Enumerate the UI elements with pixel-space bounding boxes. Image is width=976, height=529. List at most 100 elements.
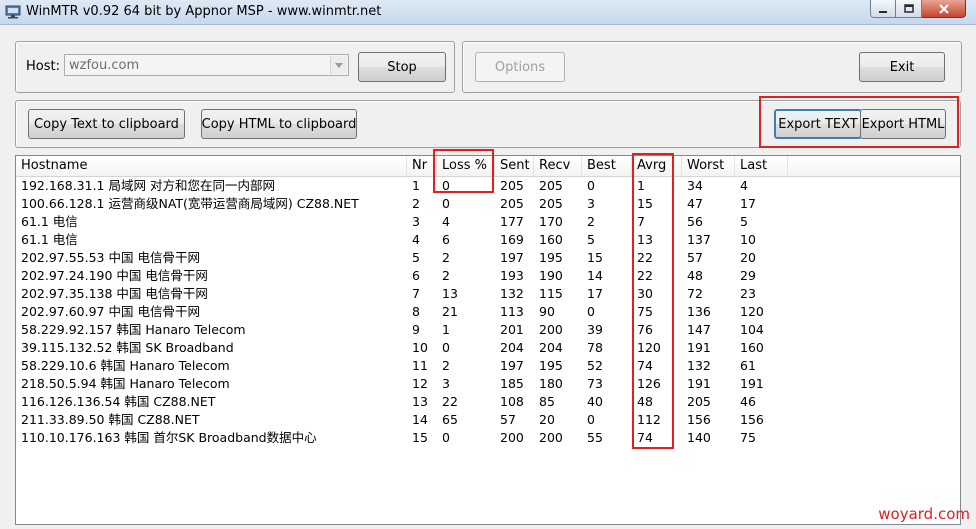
cell-recv: 85 [539, 394, 555, 409]
cell-hostname: 218.50.5.94 韩国 Hanaro Telecom [21, 376, 230, 391]
table-row[interactable]: 202.97.35.138 中国 电信骨干网 7 13 132 115 17 30 72 23 [16, 285, 960, 303]
cell-last: 120 [740, 304, 764, 319]
cell-sent: 113 [500, 304, 524, 319]
cell-last: 20 [740, 250, 756, 265]
table-row[interactable]: 202.97.24.190 中国 电信骨干网 6 2 193 190 14 22 48 29 [16, 267, 960, 285]
table-row[interactable]: 100.66.128.1 运营商级NAT(宽带运营商局域网) CZ88.NET 2… [16, 195, 960, 213]
cell-worst: 57 [687, 250, 703, 265]
cell-worst: 137 [687, 232, 711, 247]
window-title: WinMTR v0.92 64 bit by Appnor MSP - www.… [26, 4, 382, 19]
cell-sent: 169 [500, 232, 524, 247]
cell-sent: 197 [500, 250, 524, 265]
table-row[interactable]: 61.1 电信 4 6 169 160 5 13 137 10 [16, 231, 960, 249]
cell-recv: 204 [539, 340, 563, 355]
host-label: Host: [26, 59, 60, 74]
cell-best: 73 [587, 376, 603, 391]
cell-loss: 13 [442, 286, 458, 301]
close-button[interactable] [922, 0, 966, 18]
cell-best: 55 [587, 430, 603, 445]
host-combobox[interactable]: wzfou.com [64, 54, 349, 76]
cell-last: 104 [740, 322, 764, 337]
title-bar[interactable]: WinMTR v0.92 64 bit by Appnor MSP - www.… [0, 0, 976, 25]
cell-hostname: 61.1 电信 [21, 232, 78, 247]
table-row[interactable]: 58.229.92.157 韩国 Hanaro Telecom 9 1 201 200 3… [16, 321, 960, 339]
maximize-button[interactable] [896, 0, 922, 18]
stop-button[interactable]: Stop [358, 52, 446, 82]
cell-nr: 7 [412, 286, 420, 301]
cell-sent: 177 [500, 214, 524, 229]
cell-worst: 48 [687, 268, 703, 283]
cell-loss: 65 [442, 412, 458, 427]
cell-last: 160 [740, 340, 764, 355]
copy-text-button[interactable]: Copy Text to clipboard [28, 109, 185, 139]
cell-loss: 0 [442, 340, 450, 355]
cell-recv: 200 [539, 430, 563, 445]
table-row[interactable]: 116.126.136.54 韩国 CZ88.NET 13 22 108 85 40 48 2… [16, 393, 960, 411]
cell-sent: 197 [500, 358, 524, 373]
cell-nr: 1 [412, 178, 420, 193]
cell-nr: 10 [412, 340, 428, 355]
cell-recv: 90 [539, 304, 555, 319]
cell-recv: 205 [539, 196, 563, 211]
cell-loss: 2 [442, 358, 450, 373]
table-row[interactable]: 58.229.10.6 韩国 Hanaro Telecom 11 2 197 195 52… [16, 357, 960, 375]
cell-last: 10 [740, 232, 756, 247]
table-row[interactable]: 61.1 电信 3 4 177 170 2 7 56 5 [16, 213, 960, 231]
cell-nr: 13 [412, 394, 428, 409]
cell-loss: 3 [442, 376, 450, 391]
column-header-last[interactable]: Last [735, 156, 788, 176]
cell-sent: 200 [500, 430, 524, 445]
column-header-best[interactable]: Best [582, 156, 632, 176]
cell-avrg: 126 [637, 376, 661, 391]
cell-worst: 147 [687, 322, 711, 337]
cell-sent: 132 [500, 286, 524, 301]
cell-avrg: 48 [637, 394, 653, 409]
cell-loss: 4 [442, 214, 450, 229]
column-header-avrg[interactable]: Avrg [632, 156, 682, 176]
host-value: wzfou.com [69, 57, 140, 73]
export-html-button[interactable]: Export HTML [860, 109, 946, 139]
cell-last: 46 [740, 394, 756, 409]
maximize-icon [903, 3, 914, 13]
column-header-nr[interactable]: Nr [407, 156, 437, 176]
cell-avrg: 22 [637, 268, 653, 283]
column-header-recv[interactable]: Recv [534, 156, 582, 176]
cell-avrg: 15 [637, 196, 653, 211]
table-row[interactable]: 211.33.89.50 韩国 CZ88.NET 14 65 57 20 0 112 156 1… [16, 411, 960, 429]
column-header-sent[interactable]: Sent [495, 156, 534, 176]
cell-recv: 195 [539, 250, 563, 265]
exit-button[interactable]: Exit [859, 52, 945, 82]
cell-hostname: 202.97.35.138 中国 电信骨干网 [21, 286, 208, 301]
cell-avrg: 13 [637, 232, 653, 247]
table-row[interactable]: 192.168.31.1 局域网 对方和您在同一内部网 1 0 205 205 0 1 34 4 [16, 177, 960, 195]
cell-last: 156 [740, 412, 764, 427]
table-row[interactable]: 202.97.55.53 中国 电信骨干网 5 2 197 195 15 22 57 20 [16, 249, 960, 267]
table-row[interactable]: 39.115.132.52 韩国 SK Broadband 10 0 204 204 78… [16, 339, 960, 357]
cell-worst: 191 [687, 376, 711, 391]
results-table[interactable]: Hostname Nr Loss % Sent Recv Best Avrg W… [15, 155, 961, 525]
export-text-button[interactable]: Export TEXT [774, 109, 862, 139]
table-row[interactable]: 110.10.176.163 韩国 首尔SK Broadband数据中心 15 0 2… [16, 429, 960, 447]
cell-nr: 2 [412, 196, 420, 211]
cell-worst: 132 [687, 358, 711, 373]
options-button[interactable]: Options [475, 52, 565, 82]
minimize-button[interactable] [870, 0, 896, 18]
cell-nr: 5 [412, 250, 420, 265]
cell-hostname: 202.97.55.53 中国 电信骨干网 [21, 250, 200, 265]
combo-dropdown[interactable] [330, 56, 347, 74]
column-header-worst[interactable]: Worst [682, 156, 735, 176]
copy-html-button[interactable]: Copy HTML to clipboard [201, 109, 357, 139]
cell-avrg: 120 [637, 340, 661, 355]
cell-avrg: 30 [637, 286, 653, 301]
table-row[interactable]: 218.50.5.94 韩国 Hanaro Telecom 12 3 185 180 73… [16, 375, 960, 393]
cell-avrg: 1 [637, 178, 645, 193]
table-row[interactable]: 202.97.60.97 中国 电信骨干网 8 21 113 90 0 75 136 120 [16, 303, 960, 321]
cell-hostname: 100.66.128.1 运营商级NAT(宽带运营商局域网) CZ88.NET [21, 196, 359, 211]
cell-recv: 170 [539, 214, 563, 229]
cell-sent: 108 [500, 394, 524, 409]
cell-best: 17 [587, 286, 603, 301]
column-header-hostname[interactable]: Hostname [16, 156, 407, 176]
column-header-loss[interactable]: Loss % [437, 156, 495, 176]
cell-nr: 8 [412, 304, 420, 319]
cell-best: 3 [587, 196, 595, 211]
